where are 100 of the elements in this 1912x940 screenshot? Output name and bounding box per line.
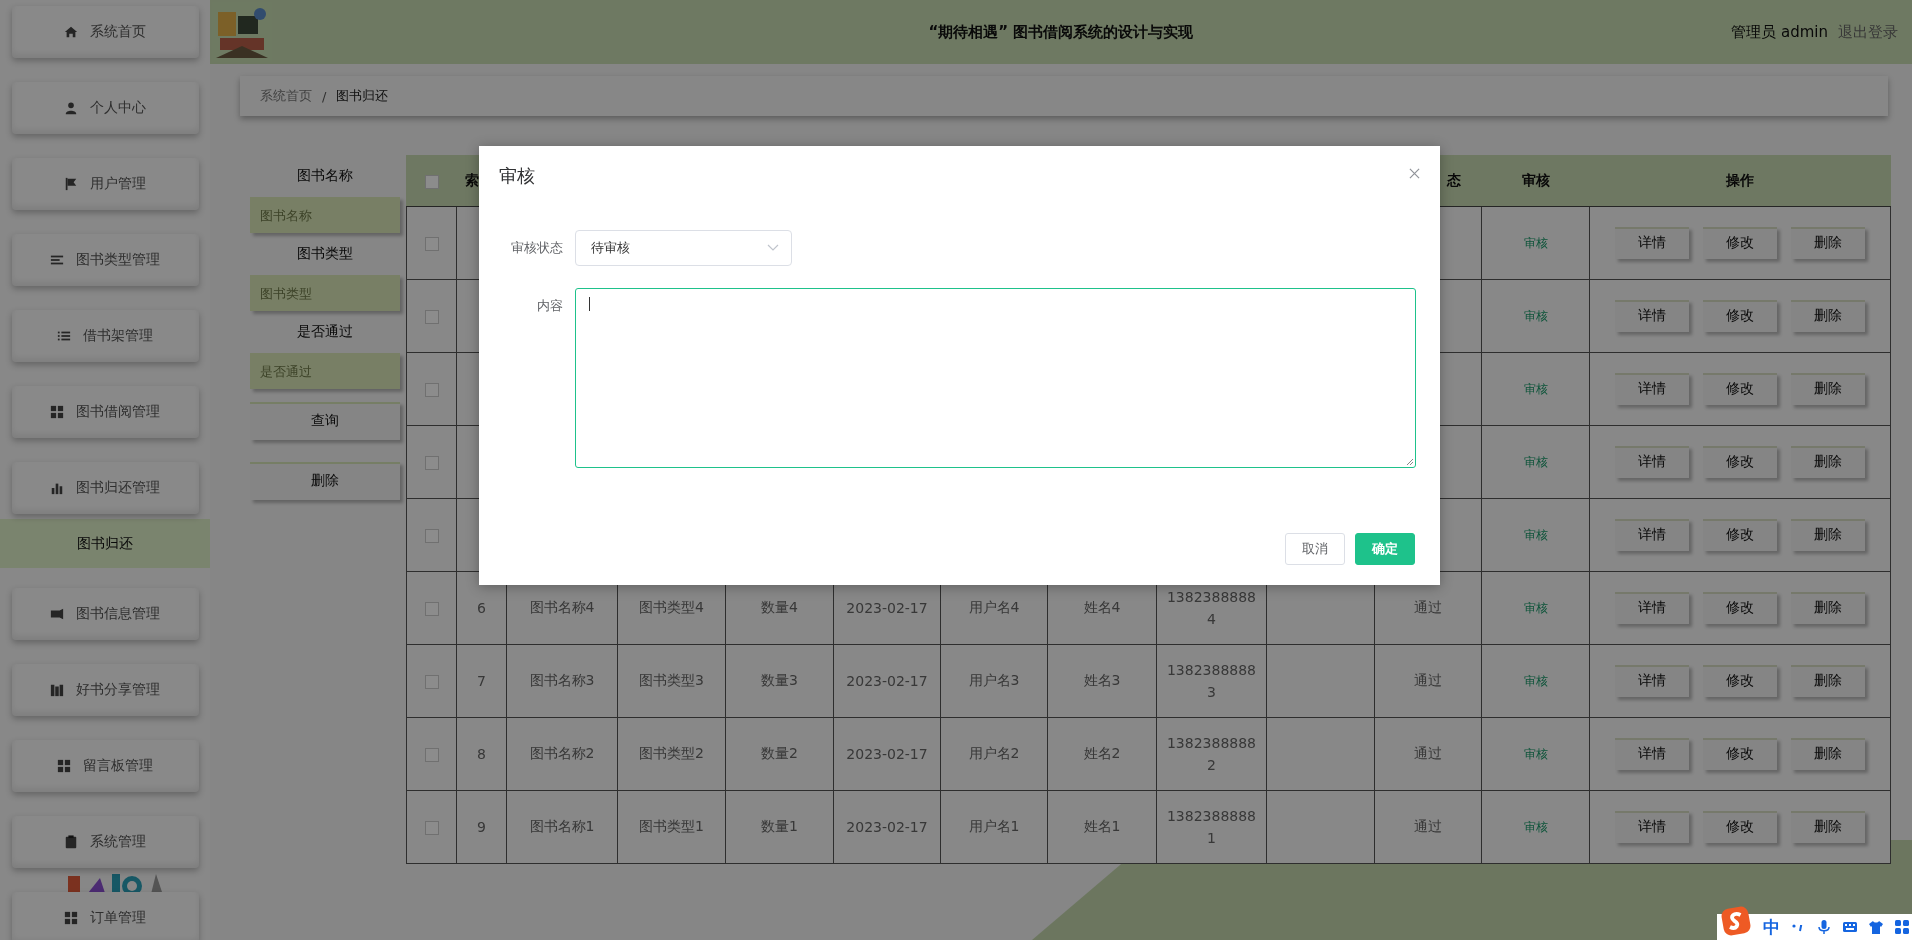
sidebar-label: 好书分享管理 [76, 681, 160, 699]
edit-button[interactable]: 修改 [1703, 665, 1777, 697]
microphone-icon[interactable] [1816, 919, 1832, 935]
edit-button[interactable]: 修改 [1703, 519, 1777, 551]
sidebar-item[interactable]: 借书架管理 [11, 310, 199, 362]
delete-button[interactable]: 删除 [1791, 738, 1865, 770]
grid-icon[interactable] [1894, 919, 1910, 935]
details-button[interactable]: 详情 [1615, 665, 1689, 697]
sidebar-item[interactable]: 个人中心 [11, 82, 199, 134]
table-cell: 图书名称1 [529, 818, 595, 834]
resize-grip-icon[interactable] [1406, 458, 1414, 466]
sidebar-item[interactable]: 图书类型管理 [11, 234, 199, 286]
checkbox[interactable] [424, 675, 439, 689]
breadcrumb-link[interactable]: 系统首页 [260, 87, 312, 105]
column-header: 态 [1447, 172, 1461, 188]
table-cell: 姓名4 [1083, 599, 1121, 615]
breadcrumb-link[interactable]: 图书归还 [336, 87, 389, 105]
table-cell-text: 13823888882 [1165, 734, 1258, 775]
edit-button[interactable]: 修改 [1703, 592, 1777, 624]
table-cell: 9 [477, 819, 486, 835]
edit-button[interactable]: 修改 [1703, 738, 1777, 770]
table-cell: 数量2 [761, 745, 798, 761]
sidebar-item[interactable]: 图书归还 [0, 519, 210, 568]
table-cell-text: 13823888883 [1165, 661, 1258, 702]
shirt-icon[interactable] [1868, 919, 1884, 935]
delete-button[interactable]: 删除 [1791, 446, 1865, 478]
table-cell: 姓名3 [1083, 672, 1121, 688]
checkbox[interactable] [424, 310, 439, 324]
column-header: 操作 [1726, 172, 1754, 188]
table-cell-text: 13823888881 [1165, 807, 1258, 848]
search-field[interactable]: 图书类型 [250, 275, 400, 311]
status-select[interactable]: 待审核 [575, 230, 792, 266]
details-button[interactable]: 详情 [1615, 519, 1689, 551]
table-cell: 数量1 [761, 818, 798, 834]
table-cell: 数量4 [761, 599, 798, 615]
column-header: 索 [465, 172, 479, 188]
table-cell: 图书类型3 [639, 672, 704, 688]
field-label: 内容 [536, 297, 563, 315]
details-button[interactable]: 详情 [1615, 811, 1689, 843]
edit-button[interactable]: 修改 [1703, 300, 1777, 332]
sidebar-item[interactable]: 留言板管理 [11, 740, 199, 792]
table-cell: 用户名3 [968, 672, 1020, 688]
table-cell: 图书名称2 [529, 745, 595, 761]
table-cell: 图书名称3 [529, 672, 595, 688]
checkbox[interactable] [424, 821, 439, 835]
sidebar-item[interactable]: 用户管理 [11, 158, 199, 210]
sidebar-item[interactable]: 图书借阅管理 [11, 386, 199, 438]
edit-button[interactable]: 修改 [1703, 446, 1777, 478]
table-cell: 8 [477, 746, 486, 762]
dialog-title: 审核 [499, 164, 535, 188]
search-field[interactable]: 是否通过 [250, 353, 400, 389]
table-cell: 2023-02-17 [846, 819, 928, 835]
details-button[interactable]: 详情 [1615, 300, 1689, 332]
details-button[interactable]: 详情 [1615, 738, 1689, 770]
close-icon[interactable] [1409, 167, 1420, 179]
table-cell: 7 [477, 673, 486, 689]
checkbox[interactable] [424, 529, 439, 543]
input-mode-toggle[interactable]: 中 [1763, 915, 1780, 939]
checkbox[interactable] [424, 602, 439, 616]
checkbox[interactable] [424, 383, 439, 397]
field-label: 是否通过 [296, 323, 354, 341]
checkbox[interactable] [424, 456, 439, 470]
delete-button[interactable]: 删除 [250, 462, 400, 500]
delete-button[interactable]: 删除 [1791, 811, 1865, 843]
sidebar-label: 个人中心 [90, 99, 146, 117]
sidebar-item[interactable]: 图书信息管理 [11, 588, 199, 640]
sidebar-item[interactable]: 系统管理 [11, 816, 199, 868]
checkbox[interactable] [424, 175, 439, 189]
edit-button[interactable]: 修改 [1703, 227, 1777, 259]
sidebar-label: 系统管理 [90, 833, 146, 851]
edit-button[interactable]: 修改 [1703, 373, 1777, 405]
sidebar-item[interactable]: 系统首页 [11, 6, 199, 58]
details-button[interactable]: 详情 [1615, 446, 1689, 478]
delete-button[interactable]: 删除 [1791, 373, 1865, 405]
ime-logo-icon[interactable] [1721, 906, 1751, 936]
details-button[interactable]: 详情 [1615, 373, 1689, 405]
sidebar-item[interactable]: 订单管理 [11, 892, 199, 940]
bar-chart-icon [50, 481, 64, 495]
table-cell: 姓名1 [1083, 818, 1121, 834]
keyboard-icon[interactable] [1842, 919, 1858, 935]
sidebar-item[interactable]: 图书归还管理 [11, 462, 199, 514]
delete-button[interactable]: 删除 [1791, 519, 1865, 551]
edit-button[interactable]: 修改 [1703, 811, 1777, 843]
cancel-button[interactable]: 取消 [1285, 533, 1345, 565]
search-field[interactable]: 图书名称 [250, 197, 400, 233]
search-button[interactable]: 查询 [250, 402, 400, 440]
field-label: 审核状态 [510, 239, 563, 257]
checkbox[interactable] [424, 237, 439, 251]
delete-button[interactable]: 删除 [1791, 592, 1865, 624]
delete-button[interactable]: 删除 [1791, 300, 1865, 332]
sidebar-item[interactable]: 好书分享管理 [11, 664, 199, 716]
table-cell: 图书类型1 [639, 818, 704, 834]
delete-button[interactable]: 删除 [1791, 665, 1865, 697]
checkbox[interactable] [424, 748, 439, 762]
film-icon [50, 607, 64, 621]
sidebar-label: 图书借阅管理 [76, 403, 160, 421]
details-button[interactable]: 详情 [1615, 227, 1689, 259]
details-button[interactable]: 详情 [1615, 592, 1689, 624]
table-cell: 图书类型4 [639, 599, 704, 615]
delete-button[interactable]: 删除 [1791, 227, 1865, 259]
